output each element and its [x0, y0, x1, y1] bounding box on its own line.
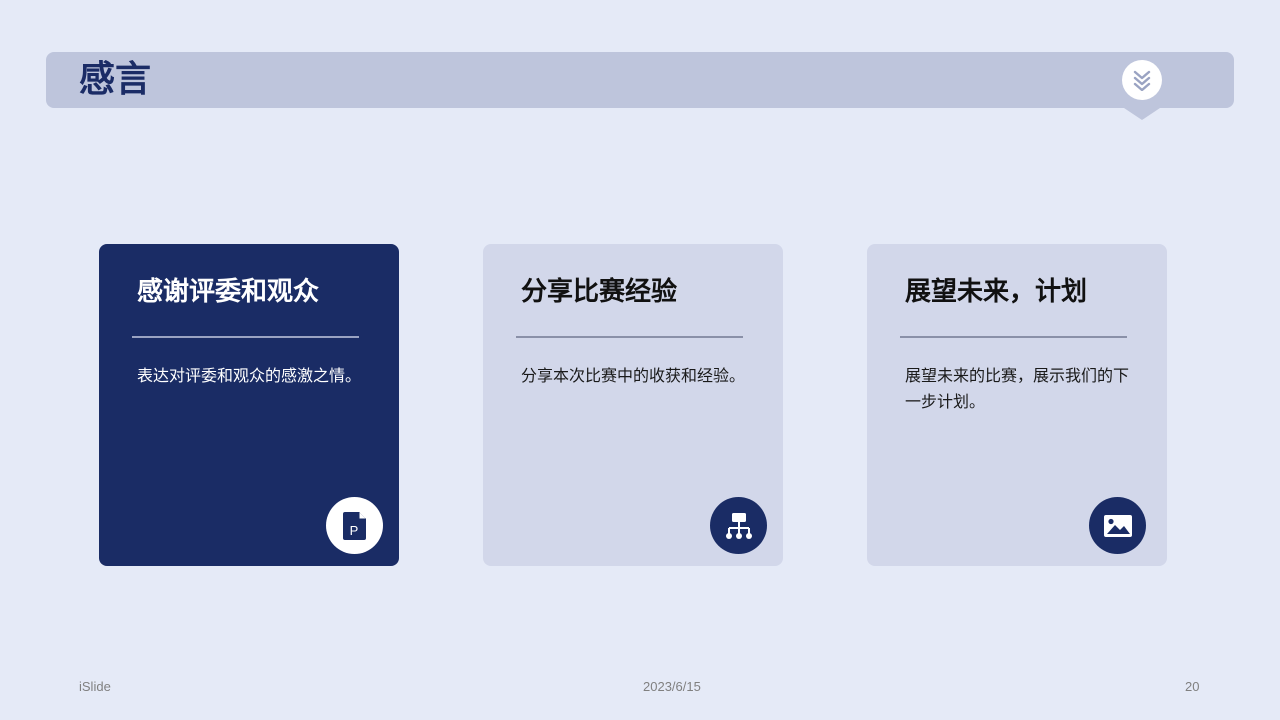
svg-text:P: P: [349, 523, 358, 538]
image-icon: [1103, 514, 1132, 537]
title-bar: 感言: [46, 52, 1234, 120]
card-icon-badge: [1089, 497, 1146, 554]
card-future: 展望未来，计划 展望未来的比赛，展示我们的下一步计划。: [867, 244, 1167, 566]
title-badge: [1122, 60, 1162, 100]
slide-title: 感言: [79, 59, 152, 100]
footer-brand: iSlide: [79, 679, 111, 694]
card-description: 展望未来的比赛，展示我们的下一步计划。: [905, 366, 1130, 411]
card-title: 分享比赛经验: [521, 277, 678, 307]
card-description: 分享本次比赛中的收获和经验。: [521, 366, 746, 385]
title-notch: [1124, 108, 1160, 120]
card-icon-badge: P: [326, 497, 383, 554]
org-chart-icon: [725, 512, 752, 539]
card-title: 感谢评委和观众: [137, 277, 320, 307]
double-chevron-down-icon: [1133, 70, 1151, 91]
card-icon-badge: [710, 497, 767, 554]
card-thanks: 感谢评委和观众 表达对评委和观众的感激之情。 P: [99, 244, 399, 566]
card-divider: [516, 336, 743, 338]
footer-date: 2023/6/15: [643, 679, 701, 694]
card-divider: [900, 336, 1127, 338]
card-experience: 分享比赛经验 分享本次比赛中的收获和经验。: [483, 244, 783, 566]
footer-page-number: 20: [1185, 679, 1200, 694]
ppt-file-icon: P: [342, 511, 366, 540]
card-divider: [132, 336, 359, 338]
card-description: 表达对评委和观众的感激之情。: [137, 366, 362, 385]
card-title: 展望未来，计划: [905, 277, 1088, 307]
